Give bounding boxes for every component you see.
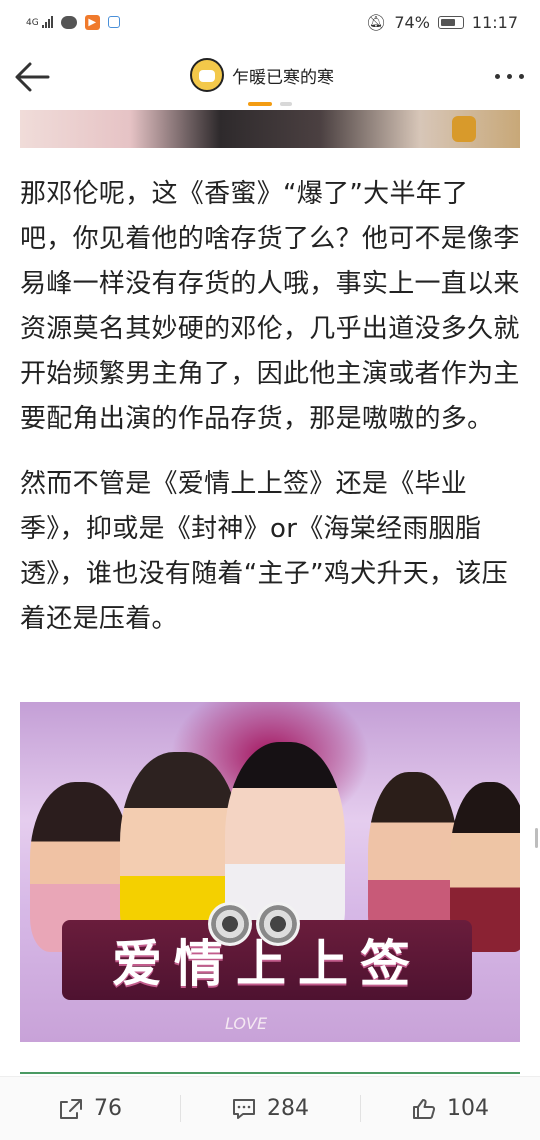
share-button[interactable]: 76 [0, 1077, 180, 1140]
battery-percent: 74% [394, 12, 430, 32]
mute-icon: 🔕︎ [366, 12, 387, 32]
more-dot-icon [519, 74, 524, 79]
comment-button[interactable]: 284 [180, 1077, 360, 1140]
more-options-button[interactable] [495, 74, 524, 79]
back-arrow-icon [15, 62, 50, 92]
author-info[interactable]: 乍暖已寒的寒 [190, 58, 334, 92]
scrollbar[interactable] [535, 828, 538, 848]
page-indicator [248, 102, 292, 106]
battery-icon [437, 15, 464, 29]
share-count: 76 [94, 1096, 122, 1121]
thumbs-up-icon [413, 1098, 436, 1119]
speaker-icon [208, 902, 300, 946]
author-name[interactable]: 乍暖已寒的寒 [232, 63, 334, 88]
article-body: 那邓伦呢，这《香蜜》“爆了”大半年了吧，你见着他的啥存货了么？他可不是像李易峰一… [20, 172, 520, 642]
app-small-icon [107, 16, 120, 28]
comment-count: 284 [267, 1096, 309, 1121]
article-paragraph: 然而不管是《爱情上上签》还是《毕业季》，抑或是《封神》or《海棠经雨胭脂透》，谁… [20, 469, 508, 634]
avatar[interactable] [190, 58, 224, 92]
article-paragraph: 那邓伦呢，这《香蜜》“爆了”大半年了吧，你见着他的啥存货了么？他可不是像李易峰一… [20, 179, 520, 434]
bottom-action-bar: 76 284 104 [0, 1076, 540, 1140]
signal-icon: 4G [26, 16, 53, 28]
chat-bubble-icon [60, 15, 77, 29]
comment-icon [233, 1098, 255, 1119]
clock: 11:17 [471, 12, 518, 32]
app-header: 乍暖已寒的寒 [0, 44, 540, 110]
status-bar: 4G ▶ 🔕︎ 74% 11:17 [0, 0, 540, 44]
status-left: 4G ▶ [26, 14, 120, 30]
share-icon [60, 1098, 82, 1119]
indicator-active [248, 102, 272, 106]
like-count: 104 [447, 1096, 489, 1121]
app-notification-icon: ▶ [84, 14, 100, 30]
like-button[interactable]: 104 [360, 1077, 540, 1140]
back-button[interactable] [12, 60, 52, 94]
article-image-poster[interactable]: 爱情上上签 LOVE [20, 702, 520, 1042]
article-image-top[interactable] [20, 110, 520, 148]
more-dot-icon [495, 74, 500, 79]
status-right: 🔕︎ 74% 11:17 [366, 13, 518, 32]
poster-subtitle: LOVE [225, 1014, 268, 1033]
next-image-edge [20, 1072, 520, 1074]
indicator-inactive [280, 102, 292, 106]
more-dot-icon [507, 74, 512, 79]
